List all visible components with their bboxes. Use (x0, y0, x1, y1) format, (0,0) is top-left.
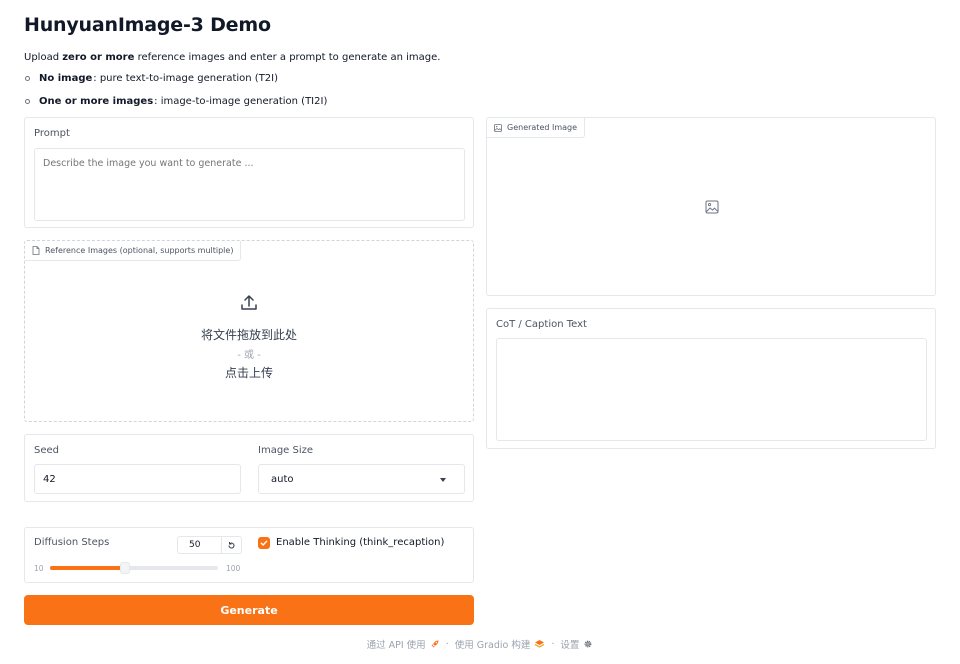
chevron-down-icon (440, 478, 446, 482)
generate-button[interactable]: Generate (24, 595, 474, 625)
image-placeholder-icon (705, 200, 719, 214)
cot-label: CoT / Caption Text (496, 319, 587, 330)
prompt-input[interactable] (34, 148, 465, 221)
list-item: No image: pure text-to-image generation … (24, 72, 327, 85)
reset-icon (228, 541, 235, 549)
generated-image-label: Generated Image (487, 118, 586, 138)
reference-images-label: Reference Images (optional, supports mul… (25, 241, 242, 261)
bullet-icon (25, 76, 30, 81)
footer-separator: · (445, 638, 449, 650)
upload-icon (241, 295, 257, 310)
seed-label: Seed (34, 445, 59, 456)
slider-max-label: 100 (226, 564, 241, 573)
gradio-logo-icon (534, 639, 545, 649)
list-item: One or more images: image-to-image gener… (24, 95, 327, 108)
enable-thinking-label[interactable]: Enable Thinking (think_recaption) (276, 537, 444, 548)
or-text: - 或 - (237, 350, 261, 361)
seed-size-panel: Seed 42 Image Size auto (24, 434, 474, 502)
diffusion-steps-number[interactable]: 50 (177, 536, 242, 554)
use-via-api-link[interactable]: 通过 API 使用 (367, 637, 426, 651)
settings-link[interactable]: 设置 (560, 637, 579, 651)
generated-image-panel: Generated Image (486, 117, 936, 296)
built-with-gradio-link[interactable]: 使用 Gradio 构建 (455, 637, 531, 651)
seed-input[interactable]: 42 (34, 464, 241, 494)
click-upload-text[interactable]: 点击上传 (25, 364, 473, 381)
slider-min-label: 10 (34, 564, 44, 573)
prompt-panel: Prompt (24, 117, 474, 228)
image-icon (494, 123, 502, 132)
file-icon (32, 246, 40, 255)
image-size-select[interactable]: auto (258, 464, 465, 494)
image-size-value: auto (271, 473, 294, 485)
gear-icon (583, 639, 593, 649)
mode-list: No image: pure text-to-image generation … (24, 72, 327, 118)
rocket-icon (430, 639, 440, 649)
cot-textbox[interactable] (496, 338, 927, 441)
diffusion-steps-value[interactable]: 50 (178, 537, 221, 553)
cot-panel: CoT / Caption Text (486, 308, 936, 449)
slider-thumb[interactable] (119, 562, 130, 574)
reset-button[interactable] (221, 537, 241, 553)
diffusion-steps-label: Diffusion Steps (34, 537, 110, 548)
check-icon (260, 540, 268, 546)
enable-thinking-checkbox[interactable] (258, 537, 270, 549)
upload-prompt: 将文件拖放到此处 - 或 - 点击上传 (25, 293, 473, 381)
diffusion-panel: Diffusion Steps 50 10 100 Enable Thinkin… (24, 527, 474, 583)
reference-images-dropzone[interactable]: Reference Images (optional, supports mul… (24, 240, 474, 422)
page-title: HunyuanImage-3 Demo (24, 14, 271, 36)
image-size-label: Image Size (258, 445, 314, 456)
bullet-icon (25, 99, 30, 104)
prompt-label: Prompt (34, 128, 70, 139)
slider-fill (50, 566, 125, 570)
footer: 通过 API 使用 · 使用 Gradio 构建 · 设置 (0, 637, 960, 651)
footer-separator: · (551, 638, 555, 650)
drop-text: 将文件拖放到此处 (200, 328, 297, 342)
intro-text: Upload zero or more reference images and… (24, 52, 441, 63)
diffusion-steps-slider[interactable] (50, 562, 218, 574)
